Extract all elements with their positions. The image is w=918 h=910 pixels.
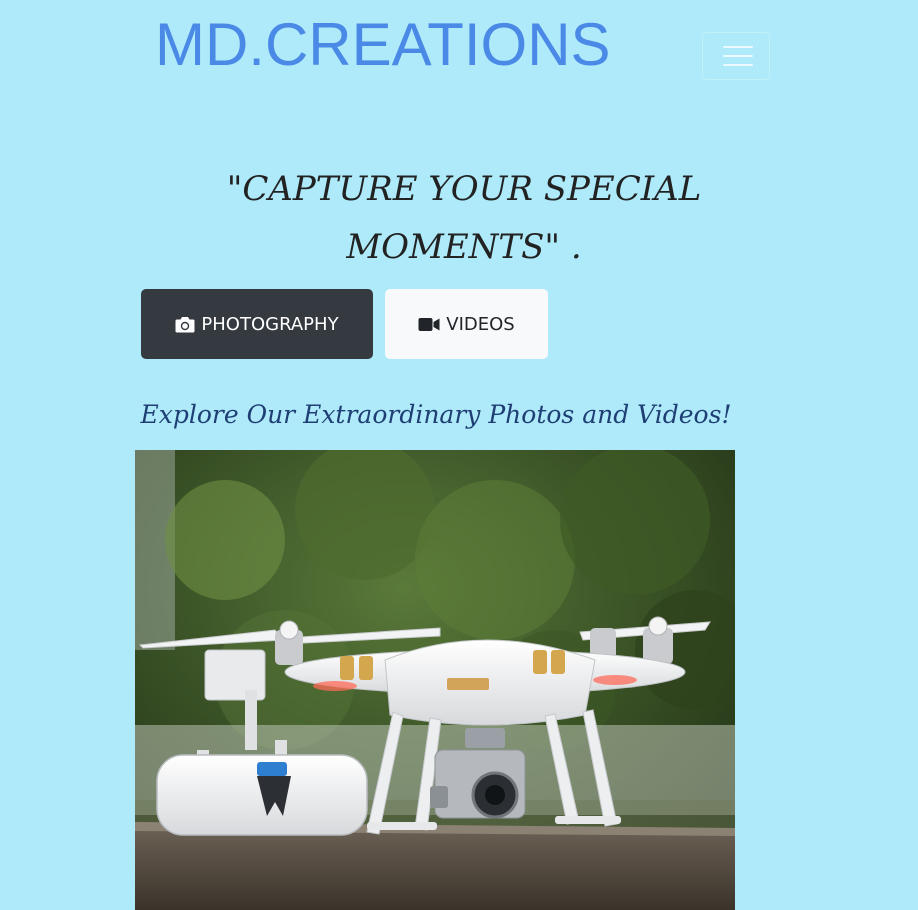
drone-illustration xyxy=(135,450,735,910)
videos-button[interactable]: VIDEOS xyxy=(385,289,548,359)
camera-icon xyxy=(175,316,195,332)
brand-logo[interactable]: MD.CREATIONS xyxy=(155,10,611,80)
hero-tagline: "CAPTURE YOUR SPECIAL MOMENTS" . xyxy=(226,169,702,267)
photography-button-label: PHOTOGRAPHY xyxy=(201,313,339,335)
photography-button[interactable]: PHOTOGRAPHY xyxy=(141,289,373,359)
drone-photo xyxy=(135,450,735,910)
hamburger-icon xyxy=(723,46,753,48)
navbar-toggler-button[interactable] xyxy=(702,32,770,80)
videos-button-label: VIDEOS xyxy=(446,313,515,335)
video-camera-icon xyxy=(418,317,440,331)
explore-text: Explore Our Extraordinary Photos and Vid… xyxy=(140,400,732,429)
